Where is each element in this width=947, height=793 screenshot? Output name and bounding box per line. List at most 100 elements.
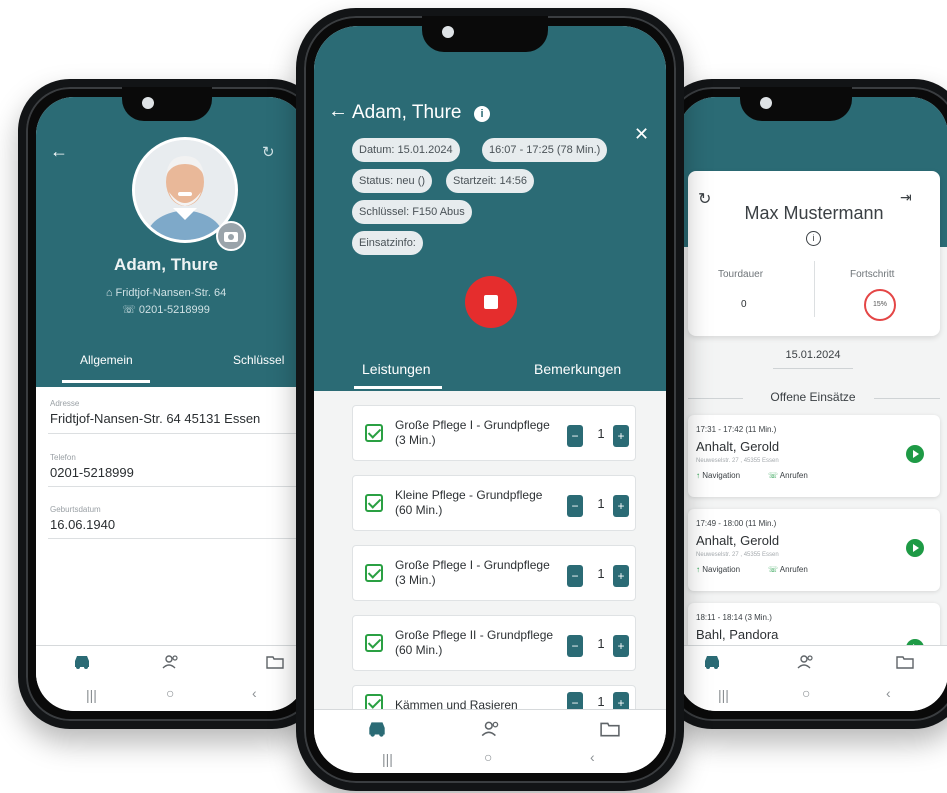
birthdate-label: Geburtsdatum (50, 505, 101, 514)
increment-button[interactable]: + (613, 425, 629, 447)
tour-overview-screen: ↻ ⇥ Max Mustermann i Tourdauer Fortschri… (678, 97, 947, 711)
service-name: Kämmen und Rasieren (395, 698, 518, 709)
patient-phone-text: 0201-5218999 (138, 304, 210, 316)
quantity-value: 1 (597, 566, 605, 581)
home-button-icon[interactable]: ○ (166, 685, 174, 701)
job-navigation-link[interactable]: ↑ Navigation (696, 471, 740, 480)
recent-apps-icon[interactable]: ||| (718, 687, 729, 703)
increment-button[interactable]: + (613, 565, 629, 587)
increment-button[interactable]: + (613, 692, 629, 709)
phone-right: ↻ ⇥ Max Mustermann i Tourdauer Fortschri… (660, 79, 947, 729)
navigation-label: Navigation (702, 565, 741, 574)
divider (874, 398, 940, 399)
patient-address: ⌂ Fridtjof-Nansen-Str. 64 (36, 287, 296, 299)
call-label: Anrufen (779, 471, 808, 480)
job-patient: Bahl, Pandora (696, 627, 779, 642)
phone-icon: ☏ (122, 304, 136, 316)
job-card[interactable]: 17:31 - 17:42 (11 Min.) Anhalt, Gerold N… (688, 415, 940, 497)
job-address: Neuweselstr. 27 , 45355 Essen (696, 458, 779, 464)
checkbox-checked-icon[interactable] (365, 424, 383, 442)
quantity-value: 1 (597, 636, 605, 651)
birthdate-value: 16.06.1940 (50, 517, 116, 532)
visit-detail-screen: ← Adam, Thure i ✕ Datum: 15.01.2024 16:0… (314, 26, 666, 773)
folder-icon[interactable] (266, 654, 284, 675)
info-icon[interactable]: i (806, 231, 821, 246)
system-back-icon[interactable]: ‹ (590, 749, 595, 765)
system-back-icon[interactable]: ‹ (252, 685, 257, 701)
stop-button[interactable] (465, 276, 517, 328)
divider (48, 486, 306, 487)
user-name: Max Mustermann (744, 203, 884, 223)
recent-apps-icon[interactable]: ||| (86, 687, 97, 703)
camera-notch (740, 87, 852, 121)
patient-address-text: Fridtjof-Nansen-Str. 64 (115, 287, 227, 299)
tab-leistungen[interactable]: Leistungen (362, 361, 431, 377)
folder-icon[interactable] (896, 654, 914, 675)
decrement-button[interactable]: − (567, 565, 583, 587)
tab-bemerkungen[interactable]: Bemerkungen (534, 361, 621, 377)
quantity-value: 1 (597, 496, 605, 511)
tourdauer-value: 0 (741, 299, 747, 310)
system-back-icon[interactable]: ‹ (886, 685, 891, 701)
patient-phone[interactable]: ☏ 0201-5218999 (36, 303, 296, 316)
navigation-icon: ↑ (696, 471, 700, 480)
address-value: Fridtjof-Nansen-Str. 64 45131 Essen (50, 411, 261, 426)
job-patient: Anhalt, Gerold (696, 533, 780, 548)
job-call-link[interactable]: ☏ Anrufen (768, 471, 808, 480)
home-button-icon[interactable]: ○ (802, 685, 810, 701)
folder-icon[interactable] (600, 720, 620, 743)
job-card[interactable]: 17:49 - 18:00 (11 Min.) Anhalt, Gerold N… (688, 509, 940, 591)
promo-stage: ← ↻ Adam, Thure ⌂ Fridtjof-Nansen-Str. 6… (0, 0, 947, 793)
close-icon[interactable]: ✕ (634, 124, 649, 145)
quantity-value: 1 (597, 426, 605, 441)
decrement-button[interactable]: − (567, 635, 583, 657)
job-patient: Anhalt, Gerold (696, 439, 780, 454)
home-button-icon[interactable]: ○ (484, 749, 492, 765)
job-call-link[interactable]: ☏ Anrufen (768, 565, 808, 574)
active-tab-indicator (354, 386, 442, 389)
checkbox-checked-icon[interactable] (365, 634, 383, 652)
bottom-nav (36, 645, 306, 681)
car-icon[interactable] (72, 654, 92, 675)
service-name: Kleine Pflege - Grundpflege (60 Min.) (395, 488, 543, 517)
increment-button[interactable]: + (613, 495, 629, 517)
bottom-nav (678, 645, 947, 681)
back-arrow-icon[interactable]: ← (50, 141, 68, 162)
service-name: Große Pflege I - Grundpflege (3 Min.) (395, 418, 550, 447)
tab-allgemein[interactable]: Allgemein (80, 353, 133, 367)
patient-name: Adam, Thure (114, 255, 218, 274)
decrement-button[interactable]: − (567, 495, 583, 517)
tab-schluessel[interactable]: Schlüssel (233, 353, 284, 367)
car-icon[interactable] (366, 720, 388, 743)
job-navigation-link[interactable]: ↑ Navigation (696, 565, 740, 574)
people-icon[interactable] (161, 654, 181, 675)
divider (48, 538, 306, 539)
refresh-icon[interactable]: ↻ (262, 143, 275, 161)
checkbox-checked-icon[interactable] (365, 694, 383, 709)
camera-icon[interactable] (216, 221, 246, 251)
start-job-icon[interactable] (906, 445, 924, 463)
car-icon[interactable] (702, 654, 722, 675)
decrement-button[interactable]: − (567, 692, 583, 709)
tour-date: 15.01.2024 (785, 349, 841, 361)
phone-icon: ☏ (768, 565, 779, 574)
info-icon[interactable]: i (474, 106, 490, 122)
job-time: 18:11 - 18:14 (3 Min.) (696, 613, 772, 622)
back-arrow-icon[interactable]: ← (328, 100, 348, 123)
profile-header: ← ↻ Adam, Thure ⌂ Fridtjof-Nansen-Str. 6… (36, 97, 306, 387)
recent-apps-icon[interactable]: ||| (382, 751, 393, 767)
people-icon[interactable] (480, 720, 502, 743)
system-nav-bar: ||| ○ ‹ (314, 749, 666, 773)
checkbox-checked-icon[interactable] (365, 564, 383, 582)
phone-middle: ← Adam, Thure i ✕ Datum: 15.01.2024 16:0… (296, 8, 684, 791)
increment-button[interactable]: + (613, 635, 629, 657)
phone-label: Telefon (50, 453, 76, 462)
camera-notch (122, 87, 212, 121)
decrement-button[interactable]: − (567, 425, 583, 447)
checkbox-checked-icon[interactable] (365, 494, 383, 512)
people-icon[interactable] (796, 654, 816, 675)
tourdauer-label: Tourdauer (718, 269, 764, 280)
start-job-icon[interactable] (906, 539, 924, 557)
visit-header: ← Adam, Thure i ✕ Datum: 15.01.2024 16:0… (314, 26, 666, 391)
open-jobs-title: Offene Einsätze (770, 390, 856, 404)
